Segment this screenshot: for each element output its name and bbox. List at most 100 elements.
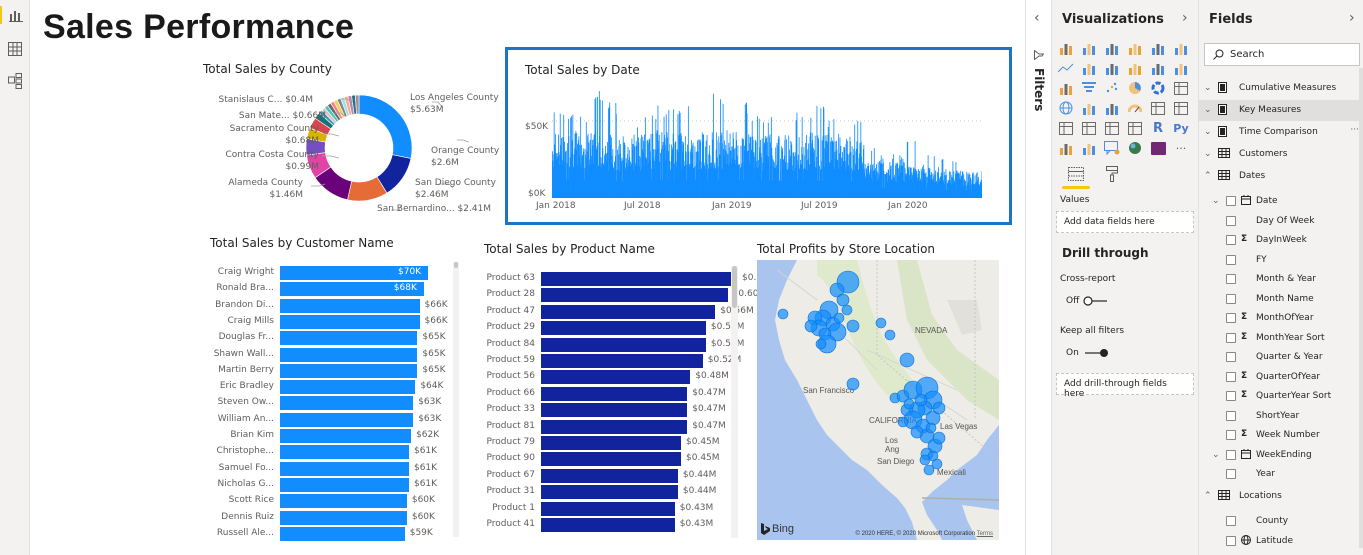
field-item[interactable]: Σ QuarterOfYear xyxy=(1199,367,1363,388)
donut-chart-icon[interactable] xyxy=(1149,80,1167,96)
bing-map[interactable]: NEVADA San Francisco CALIFORNIA Las Vega… xyxy=(757,260,999,540)
bar-row[interactable]: Product 84 $0.53M xyxy=(461,337,787,353)
bar-row[interactable]: Product 56 $0.48M xyxy=(461,369,787,385)
fields-scrollbar[interactable] xyxy=(1359,68,1363,548)
store-bubble[interactable] xyxy=(925,422,937,434)
report-view-icon[interactable] xyxy=(0,6,30,24)
bar[interactable] xyxy=(541,354,703,368)
bar[interactable] xyxy=(541,321,706,336)
bar[interactable] xyxy=(541,452,681,467)
bar[interactable] xyxy=(541,386,688,401)
waterfall-chart-icon[interactable] xyxy=(1057,80,1075,96)
bar[interactable] xyxy=(280,526,405,541)
chevron-up-icon[interactable]: ⌃ xyxy=(1204,171,1212,181)
store-bubble[interactable] xyxy=(919,454,931,466)
bar[interactable] xyxy=(280,331,418,346)
store-bubble[interactable] xyxy=(923,464,935,476)
chevron-up-icon[interactable]: ⌃ xyxy=(1204,491,1212,501)
bar[interactable] xyxy=(280,412,414,427)
100-stacked-column-chart-icon[interactable] xyxy=(1172,40,1190,56)
field-checkbox[interactable] xyxy=(1226,469,1236,479)
product-scrollbar[interactable] xyxy=(731,266,738,538)
store-bubble[interactable] xyxy=(932,401,946,415)
decomposition-tree-icon[interactable] xyxy=(1080,140,1098,156)
drill-through-drop-zone[interactable]: Add drill-through fields here xyxy=(1056,373,1194,399)
collapse-fields-chevron-icon[interactable]: › xyxy=(1349,10,1355,26)
bar-row[interactable]: Samuel Fo... $61K xyxy=(194,461,478,477)
stacked-column-chart-icon[interactable] xyxy=(1080,40,1098,56)
field-checkbox[interactable] xyxy=(1226,196,1236,206)
terms-link[interactable]: Terms xyxy=(977,531,993,537)
field-checkbox[interactable] xyxy=(1226,391,1236,401)
field-table-locations[interactable]: ⌃ Locations xyxy=(1199,486,1363,507)
field-checkbox[interactable] xyxy=(1226,332,1236,343)
expand-filters-chevron-icon[interactable]: ‹ xyxy=(1034,10,1040,26)
field-item[interactable]: Σ DayInWeek xyxy=(1199,230,1363,251)
bar[interactable] xyxy=(280,314,420,329)
custom-visual-icon[interactable] xyxy=(1149,140,1167,156)
bar-row[interactable]: Dennis Ruiz $60K xyxy=(194,510,478,526)
scroll-thumb[interactable] xyxy=(732,266,737,308)
store-bubble[interactable] xyxy=(804,319,818,333)
map-icon[interactable] xyxy=(1057,100,1075,116)
bar-row[interactable]: Martin Berry $65K xyxy=(194,363,478,379)
chevron-down-icon[interactable]: ⌄ xyxy=(1212,450,1220,460)
store-bubble[interactable] xyxy=(884,329,896,341)
bar-row[interactable]: Brandon Di... $66K xyxy=(194,298,478,314)
field-table-key-measures[interactable]: ⌄ Key Measures xyxy=(1199,100,1363,121)
key-influencers-icon[interactable] xyxy=(1057,140,1075,156)
field-checkbox[interactable] xyxy=(1226,449,1236,460)
fields-tab-icon[interactable] xyxy=(1064,162,1088,186)
bar[interactable] xyxy=(541,403,688,418)
treemap-icon[interactable] xyxy=(1172,80,1190,96)
scroll-thumb[interactable] xyxy=(454,262,458,268)
line-stacked-column-icon[interactable] xyxy=(1149,60,1167,76)
ribbon-chart-icon[interactable] xyxy=(1172,60,1190,76)
field-item[interactable]: ⌄ WeekEnding xyxy=(1199,445,1363,466)
bar-row[interactable]: Product 41 $0.43M xyxy=(461,517,787,533)
filled-map-icon[interactable] xyxy=(1080,100,1098,116)
pie-chart-icon[interactable] xyxy=(1126,80,1144,96)
keep-filters-toggle[interactable]: On xyxy=(1066,348,1109,358)
format-paint-roller-icon[interactable] xyxy=(1100,162,1124,186)
field-checkbox[interactable] xyxy=(1226,215,1236,226)
100-stacked-bar-chart-icon[interactable] xyxy=(1149,40,1167,56)
bar-row[interactable]: Craig Wright $70K xyxy=(194,265,478,281)
store-bubble[interactable] xyxy=(815,338,827,350)
field-checkbox[interactable] xyxy=(1226,293,1236,304)
line-chart-icon[interactable] xyxy=(1057,60,1075,76)
field-table-cumulative-measures[interactable]: ⌄ Cumulative Measures xyxy=(1199,78,1363,99)
field-item[interactable]: County xyxy=(1199,511,1363,532)
scatter-chart-icon[interactable] xyxy=(1103,80,1121,96)
chevron-down-icon[interactable]: ⌄ xyxy=(1204,105,1212,115)
chevron-down-icon[interactable]: ⌄ xyxy=(1204,149,1212,159)
matrix-icon[interactable] xyxy=(1126,120,1144,136)
bar-row[interactable]: Craig Mills $66K xyxy=(194,314,478,330)
filters-pane-collapsed[interactable]: ‹ Filters xyxy=(1025,0,1052,555)
field-table-time-comparison[interactable]: ⌄ Time Comparison ··· xyxy=(1199,122,1363,143)
bar-row[interactable]: Product 67 $0.44M xyxy=(461,468,787,484)
bar[interactable] xyxy=(280,429,412,443)
area-chart-icon[interactable] xyxy=(1080,60,1098,76)
bar[interactable] xyxy=(541,288,728,303)
field-checkbox[interactable] xyxy=(1226,274,1236,284)
field-checkbox[interactable] xyxy=(1226,352,1236,362)
line-clustered-column-icon[interactable] xyxy=(1126,60,1144,76)
field-item[interactable]: FY xyxy=(1199,250,1363,271)
field-item[interactable]: Σ Week Number xyxy=(1199,425,1363,446)
bar-row[interactable]: Product 28 $0.60M xyxy=(461,287,787,303)
field-checkbox[interactable] xyxy=(1226,430,1236,440)
field-checkbox[interactable] xyxy=(1226,410,1236,421)
store-bubble[interactable] xyxy=(903,398,915,410)
cross-report-toggle[interactable]: Off xyxy=(1066,296,1109,306)
store-bubble[interactable] xyxy=(846,319,860,333)
clustered-column-chart-icon[interactable] xyxy=(1126,40,1144,56)
field-item[interactable]: Σ QuarterYear Sort xyxy=(1199,386,1363,407)
python-visual-icon[interactable]: Py xyxy=(1172,120,1190,136)
clustered-bar-chart-icon[interactable] xyxy=(1103,40,1121,56)
bar-row[interactable]: Shawn Wall... $65K xyxy=(194,347,478,363)
field-item[interactable]: Month & Year xyxy=(1199,269,1363,290)
chevron-down-icon[interactable]: ⌄ xyxy=(1212,196,1220,206)
bar[interactable] xyxy=(280,396,414,411)
bar[interactable] xyxy=(541,272,737,286)
